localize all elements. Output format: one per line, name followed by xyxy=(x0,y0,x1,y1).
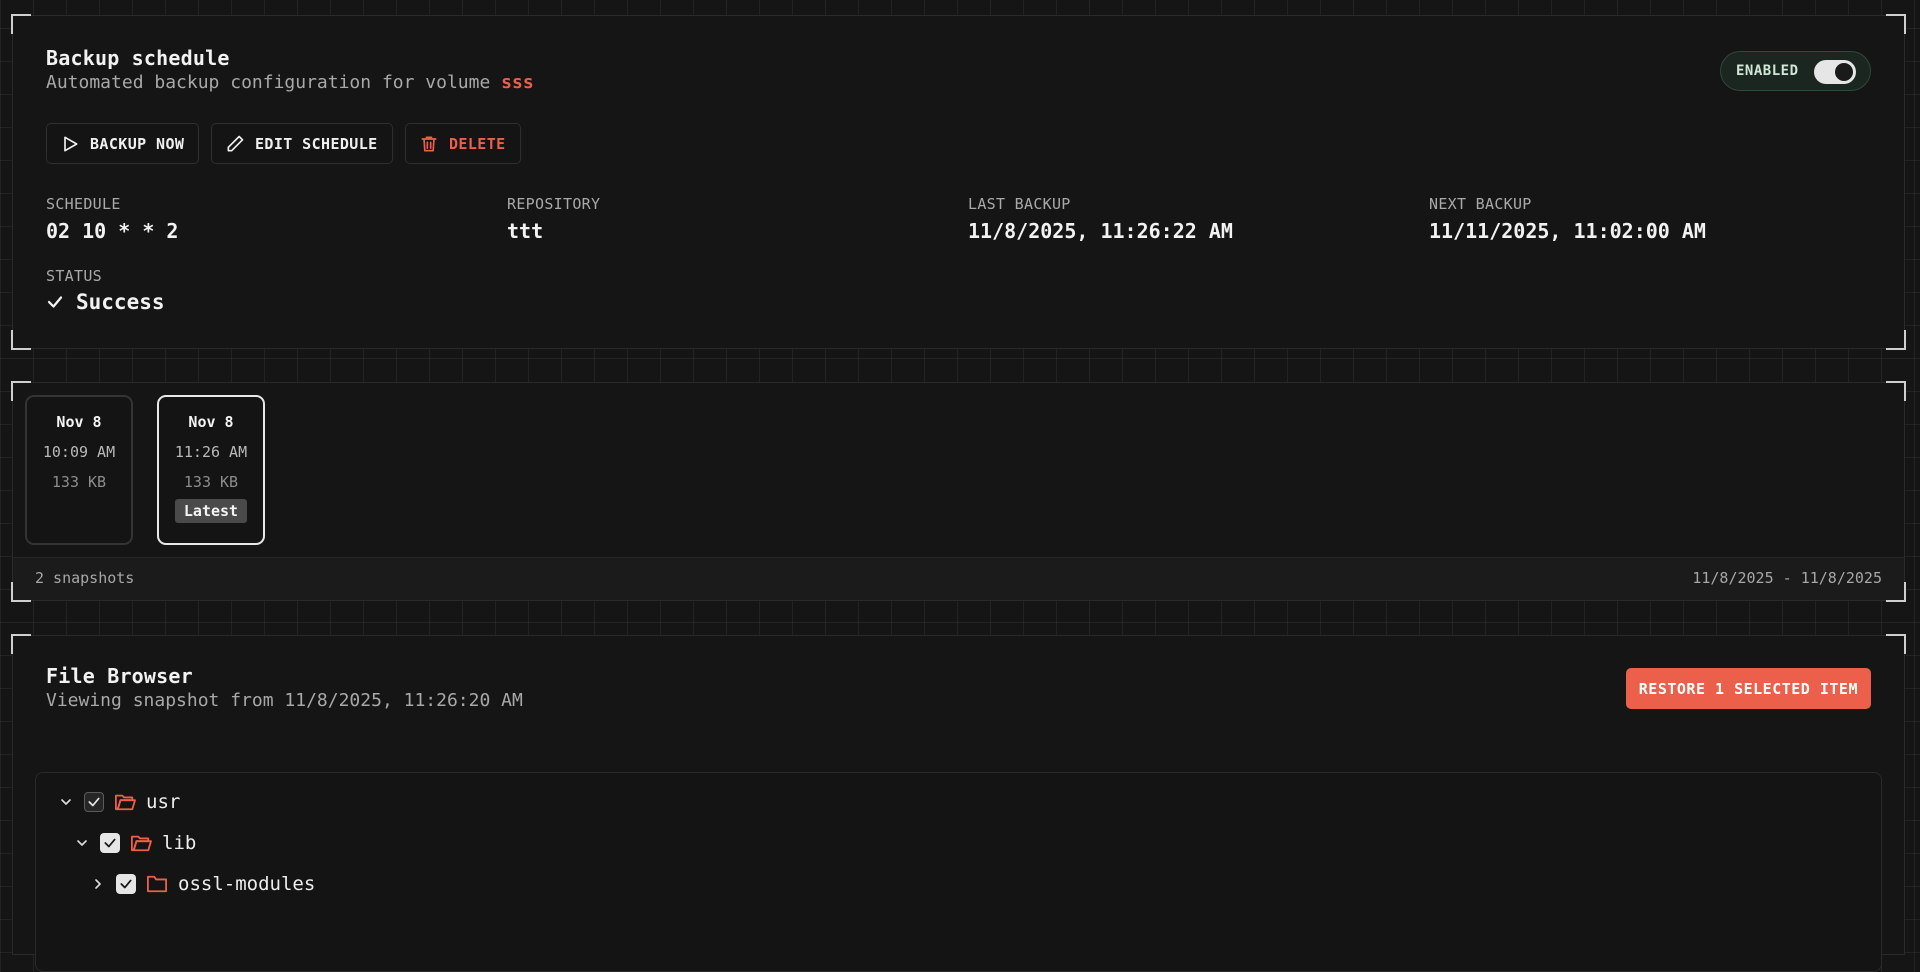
chevron-down-icon[interactable] xyxy=(58,794,74,810)
edit-schedule-button[interactable]: EDIT SCHEDULE xyxy=(211,123,393,164)
snapshot-size: 133 KB xyxy=(51,473,107,491)
file-browser-card: File Browser Viewing snapshot from 11/8/… xyxy=(11,634,1906,972)
tree-item-label: lib xyxy=(162,832,197,854)
schedule-value: 02 10 * * 2 xyxy=(46,219,179,243)
snapshot-footer: 2 snapshots 11/8/2025 - 11/8/2025 xyxy=(13,557,1904,600)
backup-now-label: BACKUP NOW xyxy=(90,134,185,153)
snapshot-timeline-card: Nov 8 10:09 AM 133 KB Nov 8 11:26 AM 133… xyxy=(11,381,1906,602)
last-backup-label: LAST BACKUP xyxy=(968,195,1071,213)
file-tree: usr lib ossl-modules xyxy=(35,772,1882,972)
status-text: Success xyxy=(76,290,165,314)
delete-label: DELETE xyxy=(449,134,506,153)
schedule-subtitle: Automated backup configuration for volum… xyxy=(46,72,534,93)
checkbox[interactable] xyxy=(84,792,104,812)
folder-open-icon xyxy=(115,794,136,811)
next-backup-label: NEXT BACKUP xyxy=(1429,195,1532,213)
snapshot-date: Nov 8 xyxy=(188,413,234,431)
pencil-icon xyxy=(227,135,244,151)
schedule-title: Backup schedule xyxy=(46,46,230,70)
snapshot-time: 11:26 AM xyxy=(174,443,248,461)
schedule-label: SCHEDULE xyxy=(46,195,121,213)
last-backup-value: 11/8/2025, 11:26:22 AM xyxy=(968,219,1233,243)
snapshot-count: 2 snapshots xyxy=(35,569,135,587)
file-browser-title: File Browser xyxy=(46,664,193,688)
checkbox[interactable] xyxy=(100,833,120,853)
subtitle-text: Automated backup configuration for volum… xyxy=(46,72,491,93)
file-browser-subtitle: Viewing snapshot from 11/8/2025, 11:26:2… xyxy=(46,690,523,711)
tree-item-label: ossl-modules xyxy=(178,873,316,895)
edit-schedule-label: EDIT SCHEDULE xyxy=(255,134,378,153)
checkbox[interactable] xyxy=(116,874,136,894)
repository-value: ttt xyxy=(507,219,544,243)
trash-icon xyxy=(421,136,437,151)
delete-button[interactable]: DELETE xyxy=(405,123,521,164)
toggle-switch[interactable] xyxy=(1814,60,1856,84)
check-icon xyxy=(47,296,63,308)
restore-button[interactable]: RESTORE 1 SELECTED ITEM xyxy=(1625,668,1871,709)
chevron-right-icon[interactable] xyxy=(90,876,106,892)
backup-schedule-card: Backup schedule Automated backup configu… xyxy=(11,14,1906,350)
repository-label: REPOSITORY xyxy=(507,195,601,213)
status-label: STATUS xyxy=(46,267,102,285)
folder-open-icon xyxy=(131,835,152,852)
snapshot-card[interactable]: Nov 8 10:09 AM 133 KB xyxy=(25,395,133,545)
backup-now-button[interactable]: BACKUP NOW xyxy=(46,123,200,164)
next-backup-value: 11/11/2025, 11:02:00 AM xyxy=(1429,219,1706,243)
volume-name: sss xyxy=(501,72,534,93)
tree-row-usr[interactable]: usr xyxy=(58,788,180,816)
snapshot-time: 10:09 AM xyxy=(42,443,116,461)
tree-item-label: usr xyxy=(146,791,181,813)
play-icon xyxy=(64,136,78,151)
chevron-down-icon[interactable] xyxy=(74,835,90,851)
tree-row-lib[interactable]: lib xyxy=(74,829,196,857)
snapshot-range: 11/8/2025 - 11/8/2025 xyxy=(1692,569,1882,587)
snapshot-date: Nov 8 xyxy=(56,413,102,431)
enabled-label: ENABLED xyxy=(1736,63,1799,79)
tree-row-ossl-modules[interactable]: ossl-modules xyxy=(90,870,315,898)
enabled-toggle[interactable]: ENABLED xyxy=(1720,51,1871,91)
snapshot-card-selected[interactable]: Nov 8 11:26 AM 133 KB Latest xyxy=(157,395,265,545)
status-value: Success xyxy=(46,290,165,314)
folder-icon xyxy=(147,875,167,893)
snapshot-size: 133 KB xyxy=(183,473,239,491)
latest-badge: Latest xyxy=(174,499,248,523)
